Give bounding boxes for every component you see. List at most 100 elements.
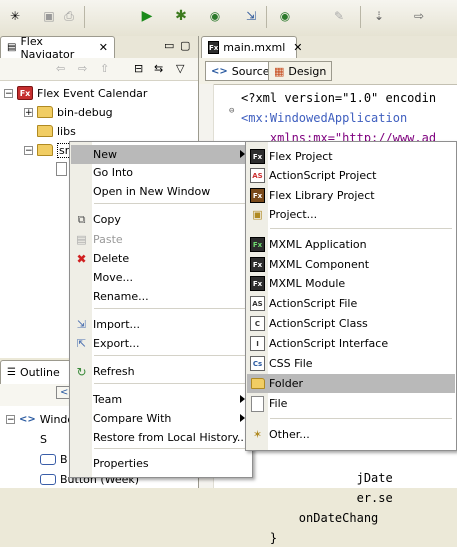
menu-item-open-in-new-window[interactable]: Open in New Window (71, 182, 251, 201)
outline-row[interactable]: B (40, 450, 68, 468)
collapse-icon[interactable]: − (4, 88, 13, 98)
submenu-item-actionscript-file[interactable]: AS ActionScript File (247, 294, 455, 313)
submenu-item-mxml-component[interactable]: Fx MXML Component (247, 255, 455, 274)
mxml-file-icon: Fx (208, 41, 220, 54)
profile-icon[interactable]: ◉ (206, 7, 224, 25)
outline-row[interactable]: − <> Windo (6, 410, 74, 428)
design-button[interactable]: ▦ Design (268, 61, 333, 81)
menu-item-import[interactable]: ⇲ Import... (71, 315, 251, 334)
debug-icon[interactable]: ✱ (172, 7, 190, 25)
expand-icon[interactable]: + (24, 107, 33, 117)
navigator-icon: ▤ (7, 42, 17, 53)
forward-icon[interactable]: ⇨ (410, 7, 428, 25)
folder-icon (37, 106, 53, 118)
submenu-item-css-file[interactable]: Cs CSS File (247, 354, 455, 373)
submenu-item-label: Flex Library Project (269, 189, 375, 202)
collapse-marker-icon[interactable]: ⊖ (229, 106, 234, 116)
code-line: <?xml version="1.0" encodin (241, 91, 437, 105)
menu-item-label: Export... (93, 337, 140, 350)
tree-item[interactable]: libs (37, 122, 76, 140)
menu-item-label: Compare With (93, 412, 172, 425)
link-icon[interactable]: ⇆ (154, 62, 163, 75)
submenu-item-flex-project[interactable]: Fx Flex Project (247, 147, 455, 166)
navigate-icon[interactable]: ⇣ (370, 7, 388, 25)
tree-item[interactable] (56, 160, 67, 178)
tab-outline[interactable]: ☰ Outline ✕ (0, 360, 80, 384)
export-icon[interactable]: ⇲ (242, 7, 260, 25)
menu-item-restore-from-local-history[interactable]: Restore from Local History... (71, 428, 251, 447)
menu-item-paste[interactable]: ▤ Paste (71, 230, 251, 249)
outline-row[interactable]: S (40, 430, 47, 448)
submenu-item-flex-library-project[interactable]: Fx Flex Library Project (247, 186, 455, 205)
actionscript-interface-icon: I (250, 336, 265, 351)
external-tools-icon[interactable]: ◉ (276, 7, 294, 25)
save-icon[interactable]: ▣ (40, 7, 58, 25)
menu-item-rename[interactable]: Rename... (71, 287, 251, 306)
menu-item-properties[interactable]: Properties (71, 454, 251, 473)
menu-separator (270, 228, 452, 229)
tab-main-mxml[interactable]: Fx main.mxml ✕ (201, 36, 303, 58)
source-button[interactable]: <> Source (205, 61, 276, 81)
submenu-item-file[interactable]: File (247, 394, 455, 413)
menu-item-label: Restore from Local History... (93, 431, 248, 444)
menu-item-move[interactable]: Move... (71, 268, 251, 287)
submenu-item-label: ActionScript File (269, 297, 358, 310)
other-icon: ✶ (252, 428, 263, 441)
submenu-item-actionscript-project[interactable]: AS ActionScript Project (247, 166, 455, 185)
flex-project-icon: Fx (17, 86, 33, 100)
menu-item-label: Properties (93, 457, 149, 470)
button-icon (40, 453, 56, 465)
close-icon[interactable]: ✕ (99, 41, 108, 54)
tree-project[interactable]: − Fx Flex Event Calendar (4, 84, 147, 102)
submenu-item-label: CSS File (269, 357, 313, 370)
edit-icon[interactable]: ✎ (330, 7, 348, 25)
flex-project-icon: Fx (250, 149, 265, 164)
tree-item[interactable]: − sr (24, 141, 72, 159)
menu-item-label: Import... (93, 318, 140, 331)
menu-item-new[interactable]: New (71, 145, 251, 164)
menu-item-refresh[interactable]: ↻ Refresh (71, 362, 251, 381)
tree-item[interactable]: + bin-debug (24, 103, 113, 121)
close-icon[interactable]: ✕ (293, 41, 302, 54)
menu-item-copy[interactable]: ⧉ Copy (71, 210, 251, 229)
run-icon[interactable]: ▶ (138, 7, 156, 25)
submenu-item-label: File (269, 397, 288, 410)
minimize-icon[interactable]: ▭ (164, 39, 174, 52)
code-line: er.se (241, 491, 393, 505)
menu-item-label: New (93, 148, 117, 161)
collapse-all-icon[interactable]: ⊟ (134, 62, 143, 75)
back-icon[interactable]: ⇦ (56, 62, 65, 75)
submenu-item-actionscript-interface[interactable]: I ActionScript Interface (247, 334, 455, 353)
menu-item-delete[interactable]: ✖ Delete (71, 249, 251, 268)
delete-icon: ✖ (76, 251, 87, 266)
outline-row-label: B (60, 452, 68, 466)
maximize-icon[interactable]: ▢ (180, 39, 190, 52)
menu-item-go-into[interactable]: Go Into (71, 163, 251, 182)
menu-item-export[interactable]: ⇱ Export... (71, 334, 251, 353)
submenu-item-other[interactable]: ✶ Other... (247, 425, 455, 444)
css-file-icon: Cs (250, 356, 265, 371)
code-line: onDateChang (241, 511, 379, 525)
up-icon[interactable]: ⇧ (100, 62, 109, 75)
submenu-item-actionscript-class[interactable]: C ActionScript Class (247, 314, 455, 333)
menu-item-team[interactable]: Team (71, 390, 251, 409)
submenu-item-mxml-module[interactable]: Fx MXML Module (247, 274, 455, 293)
folder-icon (37, 125, 53, 137)
menu-item-label: Refresh (93, 365, 135, 378)
submenu-item-mxml-application[interactable]: Fx MXML Application (247, 235, 455, 254)
button-icon (40, 473, 56, 485)
collapse-icon[interactable]: − (6, 414, 15, 424)
submenu-item-project[interactable]: ▣ Project... (247, 205, 455, 224)
forward-icon[interactable]: ⇨ (78, 62, 87, 75)
tree-item-label: libs (57, 124, 76, 138)
project-label: Flex Event Calendar (37, 86, 148, 100)
menu-item-label: Rename... (93, 290, 149, 303)
collapse-icon[interactable]: − (24, 145, 33, 155)
menu-item-compare-with[interactable]: Compare With (71, 409, 251, 428)
new-icon[interactable]: ✳ (6, 7, 24, 25)
view-menu-icon[interactable]: ▽ (176, 62, 184, 75)
submenu-item-label: Project... (269, 208, 318, 221)
tab-flex-navigator[interactable]: ▤ Flex Navigator ✕ (0, 35, 115, 61)
submenu-item-folder[interactable]: Folder (247, 374, 455, 393)
print-icon[interactable]: ⎙ (60, 7, 78, 25)
